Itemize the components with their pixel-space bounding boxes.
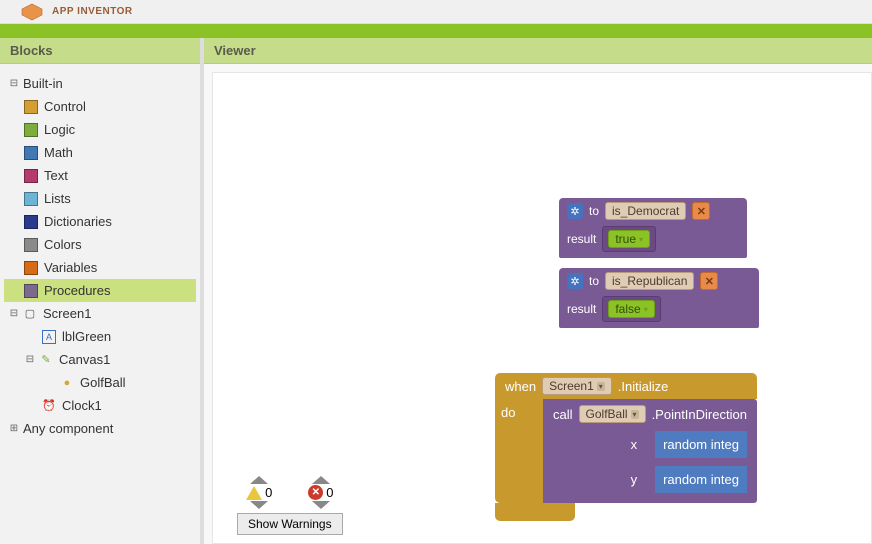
when-label: when bbox=[505, 379, 536, 394]
clock-icon: ⏰ bbox=[42, 399, 56, 413]
viewer-panel-title: Viewer bbox=[204, 38, 872, 64]
arg-x-label: x bbox=[631, 437, 638, 452]
tree-logic[interactable]: Logic bbox=[4, 118, 196, 141]
tree-math[interactable]: Math bbox=[4, 141, 196, 164]
warning-count: 0 bbox=[265, 485, 272, 500]
tree-clock1[interactable]: ⏰Clock1 bbox=[4, 394, 196, 417]
canvas-icon: ✎ bbox=[39, 353, 53, 367]
text-swatch-icon bbox=[24, 169, 38, 183]
proc-name-field[interactable]: is_Republican bbox=[605, 272, 694, 290]
block-canvas[interactable]: ✲ to is_Democrat ✕ result true▾ ✲ to is_… bbox=[212, 72, 872, 544]
triangle-down-icon[interactable] bbox=[250, 501, 268, 509]
error-circle-icon: ✕ bbox=[308, 485, 323, 500]
proc-swatch-icon bbox=[24, 284, 38, 298]
tree-dictionaries[interactable]: Dictionaries bbox=[4, 210, 196, 233]
colors-swatch-icon bbox=[24, 238, 38, 252]
error-count: 0 bbox=[326, 485, 333, 500]
tree-golfball[interactable]: ●GolfBall bbox=[4, 371, 196, 394]
when-target-dropdown[interactable]: Screen1▾ bbox=[542, 377, 612, 395]
warning-triangle-icon bbox=[246, 486, 262, 500]
gear-icon[interactable]: ✲ bbox=[567, 273, 583, 289]
triangle-down-icon[interactable] bbox=[312, 501, 330, 509]
ball-icon: ● bbox=[60, 376, 74, 390]
tree-colors[interactable]: Colors bbox=[4, 233, 196, 256]
tree-screen1[interactable]: ⊟▢Screen1 bbox=[4, 302, 196, 325]
expand-icon[interactable]: ⊞ bbox=[8, 423, 20, 435]
top-bar: APP INVENTOR bbox=[0, 0, 872, 24]
tree-builtin[interactable]: ⊟Built-in bbox=[4, 72, 196, 95]
delete-button[interactable]: ✕ bbox=[692, 202, 710, 220]
dict-swatch-icon bbox=[24, 215, 38, 229]
vars-swatch-icon bbox=[24, 261, 38, 275]
chevron-down-icon[interactable]: ▾ bbox=[597, 382, 605, 391]
screen-icon: ▢ bbox=[23, 307, 37, 321]
when-event-label: .Initialize bbox=[618, 379, 669, 394]
collapse-icon[interactable]: ⊟ bbox=[8, 78, 20, 90]
triangle-up-icon[interactable] bbox=[312, 476, 330, 484]
tree-control[interactable]: Control bbox=[4, 95, 196, 118]
workspace: Blocks ⊟Built-in Control Logic Math Text… bbox=[0, 38, 872, 544]
result-label: result bbox=[567, 232, 596, 246]
label-icon: A bbox=[42, 330, 56, 344]
control-swatch-icon bbox=[24, 100, 38, 114]
blocks-tree: ⊟Built-in Control Logic Math Text Lists … bbox=[0, 64, 200, 448]
tree-lists[interactable]: Lists bbox=[4, 187, 196, 210]
viewer-panel: Viewer ✲ to is_Democrat ✕ result true▾ ✲ bbox=[204, 38, 872, 544]
call-golfball-pointindirection-block[interactable]: call GolfBall▾ .PointInDirection x rando… bbox=[543, 399, 757, 503]
random-integer-block-y[interactable]: random integ bbox=[651, 466, 747, 493]
blocks-panel: Blocks ⊟Built-in Control Logic Math Text… bbox=[0, 38, 204, 544]
app-name: APP INVENTOR bbox=[52, 6, 133, 17]
result-slot[interactable]: false▾ bbox=[602, 296, 660, 322]
to-label: to bbox=[589, 204, 599, 218]
triangle-up-icon[interactable] bbox=[250, 476, 268, 484]
true-value[interactable]: true▾ bbox=[608, 230, 650, 248]
warnings-panel: 0 ✕0 Show Warnings bbox=[237, 476, 343, 535]
tree-lblgreen[interactable]: AlblGreen bbox=[4, 325, 196, 348]
warning-nav[interactable]: 0 bbox=[246, 476, 272, 509]
tree-text[interactable]: Text bbox=[4, 164, 196, 187]
chevron-down-icon[interactable]: ▾ bbox=[644, 305, 648, 314]
show-warnings-button[interactable]: Show Warnings bbox=[237, 513, 343, 535]
collapse-icon[interactable]: ⊟ bbox=[24, 354, 36, 366]
tree-variables[interactable]: Variables bbox=[4, 256, 196, 279]
arg-y-label: y bbox=[631, 472, 638, 487]
logo-icon bbox=[20, 3, 44, 21]
when-screen1-initialize-block[interactable]: when Screen1▾ .Initialize do call GolfBa… bbox=[495, 373, 757, 521]
chevron-down-icon[interactable]: ▾ bbox=[639, 235, 643, 244]
false-value[interactable]: false▾ bbox=[608, 300, 654, 318]
logic-swatch-icon bbox=[24, 123, 38, 137]
procedure-is-democrat-block[interactable]: ✲ to is_Democrat ✕ result true▾ bbox=[559, 198, 747, 258]
do-label: do bbox=[501, 405, 515, 420]
green-bar bbox=[0, 24, 872, 38]
call-target-dropdown[interactable]: GolfBall▾ bbox=[579, 405, 646, 423]
to-label: to bbox=[589, 274, 599, 288]
call-label: call bbox=[553, 407, 573, 422]
tree-any-component[interactable]: ⊞Any component bbox=[4, 417, 196, 440]
collapse-icon[interactable]: ⊟ bbox=[8, 308, 20, 320]
result-slot[interactable]: true▾ bbox=[602, 226, 656, 252]
blocks-panel-title: Blocks bbox=[0, 38, 200, 64]
math-swatch-icon bbox=[24, 146, 38, 160]
procedure-is-republican-block[interactable]: ✲ to is_Republican ✕ result false▾ bbox=[559, 268, 759, 328]
gear-icon[interactable]: ✲ bbox=[567, 203, 583, 219]
tree-canvas1[interactable]: ⊟✎Canvas1 bbox=[4, 348, 196, 371]
delete-button[interactable]: ✕ bbox=[700, 272, 718, 290]
proc-name-field[interactable]: is_Democrat bbox=[605, 202, 686, 220]
call-method-label: .PointInDirection bbox=[652, 407, 747, 422]
lists-swatch-icon bbox=[24, 192, 38, 206]
result-label: result bbox=[567, 302, 596, 316]
error-nav[interactable]: ✕0 bbox=[308, 476, 333, 509]
chevron-down-icon[interactable]: ▾ bbox=[631, 410, 639, 419]
random-integer-block-x[interactable]: random integ bbox=[651, 431, 747, 458]
tree-procedures[interactable]: Procedures bbox=[4, 279, 196, 302]
